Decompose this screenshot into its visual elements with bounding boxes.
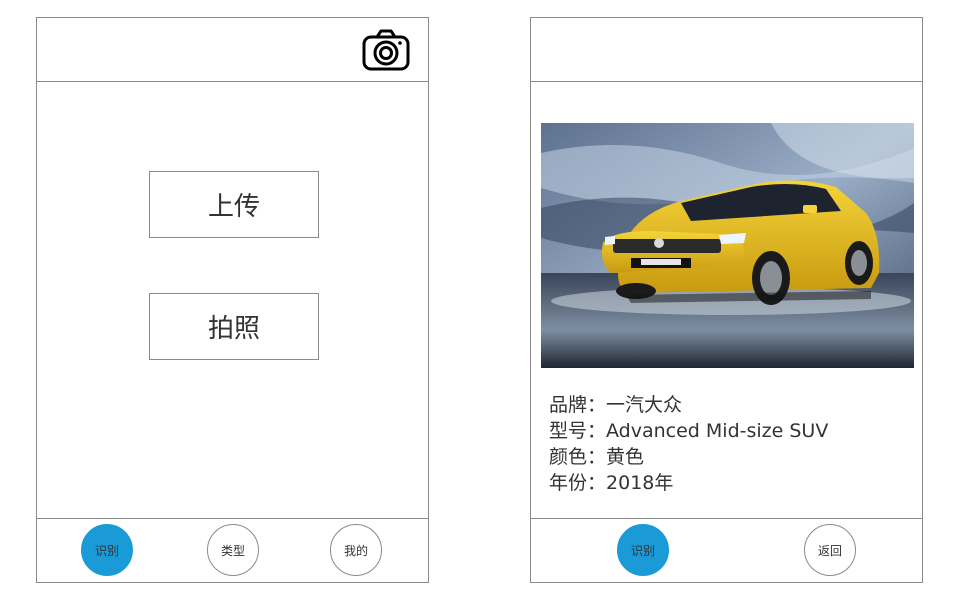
year-row: 年份：2018年 [549, 470, 828, 496]
model-label: 型号： [549, 420, 607, 442]
take-photo-button[interactable]: 拍照 [149, 293, 319, 360]
camera-button[interactable] [362, 28, 410, 72]
car-photo [541, 123, 914, 368]
bottom-nav: 识别 返回 [531, 518, 922, 582]
home-screen: 上传 拍照 识别 类型 我的 [36, 17, 429, 583]
model-row: 型号：Advanced Mid-size SUV [549, 418, 828, 444]
car-info: 品牌：一汽大众 型号：Advanced Mid-size SUV 颜色：黄色 年… [549, 392, 828, 496]
model-value: Advanced Mid-size SUV [606, 420, 829, 442]
top-bar [37, 18, 428, 82]
nav-mine-button[interactable]: 我的 [330, 524, 382, 576]
color-value: 黄色 [606, 446, 645, 468]
nav-recognize-button[interactable]: 识别 [617, 524, 669, 576]
year-label: 年份： [549, 472, 607, 494]
result-screen: 品牌：一汽大众 型号：Advanced Mid-size SUV 颜色：黄色 年… [530, 17, 923, 583]
camera-icon [362, 29, 410, 71]
upload-button-label: 上传 [207, 192, 260, 222]
yellow-suv-photo [541, 123, 914, 368]
color-label: 颜色： [549, 446, 607, 468]
nav-recognize-button[interactable]: 识别 [81, 524, 133, 576]
bottom-nav: 识别 类型 我的 [37, 518, 428, 582]
brand-label: 品牌： [549, 394, 607, 416]
back-button-label: 返回 [817, 543, 842, 558]
prototype-canvas: 上传 拍照 识别 类型 我的 品牌：一汽大众 型号：Advanced Mid-s… [0, 0, 961, 610]
nav-types-button[interactable]: 类型 [207, 524, 259, 576]
color-row: 颜色：黄色 [549, 444, 828, 470]
upload-button[interactable]: 上传 [149, 171, 319, 238]
nav-recognize-label: 识别 [94, 543, 119, 558]
take-photo-button-label: 拍照 [207, 314, 260, 344]
nav-mine-label: 我的 [343, 543, 368, 558]
top-bar [531, 18, 922, 82]
brand-row: 品牌：一汽大众 [549, 392, 828, 418]
back-button[interactable]: 返回 [804, 524, 856, 576]
year-value: 2018年 [606, 472, 674, 494]
brand-value: 一汽大众 [606, 394, 683, 416]
nav-recognize-label: 识别 [630, 543, 655, 558]
nav-types-label: 类型 [220, 543, 245, 558]
